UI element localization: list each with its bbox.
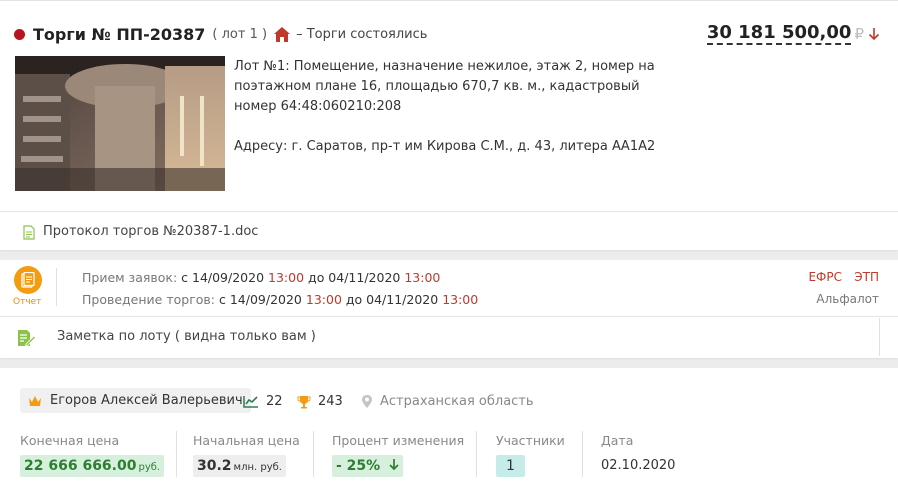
lot-price[interactable]: 30 181 500,00 ₽ — [706, 22, 880, 46]
trophy-count: 243 — [318, 394, 343, 409]
divider — [879, 318, 880, 356]
etp-link[interactable]: ЭТП — [854, 270, 879, 284]
auction-from-time: 13:00 — [305, 292, 342, 307]
lot-description: Лот №1: Помещение, назначение нежилое, э… — [234, 59, 655, 114]
final-price-label: Конечная цена — [20, 433, 120, 448]
divider — [582, 431, 583, 477]
change-column: Процент изменения - 25% — [332, 433, 464, 477]
divider — [56, 268, 57, 306]
platform-name: Альфалот — [816, 292, 879, 306]
auction-to-time: 13:00 — [442, 292, 479, 307]
lot-number: ( лот 1 ) — [212, 26, 268, 42]
applications-from: с 14/09/2020 — [181, 270, 265, 285]
protocol-document-link[interactable]: Протокол торгов №20387-1.doc — [43, 224, 258, 239]
participants-count[interactable]: 1 — [496, 455, 525, 477]
lot-address: Адресу: г. Саратов, пр-т им Кирова С.М.,… — [234, 139, 656, 154]
applications-period: Прием заявок: с 14/09/2020 13:00 до 04/1… — [82, 270, 440, 285]
participants-label: Участники — [496, 433, 565, 448]
applications-to: до 04/11/2020 — [308, 270, 401, 285]
applications-to-time: 13:00 — [404, 270, 441, 285]
chart-count: 22 — [266, 394, 283, 409]
auction-status: – Торги состоялись — [296, 26, 428, 42]
auction-period: Проведение торгов: с 14/09/2020 13:00 до… — [82, 292, 478, 307]
arrow-down-icon — [868, 28, 880, 41]
efrs-link[interactable]: ЕФРС — [808, 270, 842, 284]
location-pin-icon — [362, 395, 372, 408]
change-label: Процент изменения — [332, 433, 465, 448]
participants-column: Участники 1 — [496, 433, 565, 477]
auction-from: с 14/09/2020 — [218, 292, 302, 307]
divider — [176, 431, 177, 477]
auction-to: до 04/11/2020 — [345, 292, 439, 307]
document-icon — [23, 225, 35, 240]
price-value[interactable]: 30 181 500,00 — [706, 23, 852, 45]
note-edit-icon — [18, 330, 36, 347]
trophy-icon — [297, 395, 311, 408]
start-price-label: Начальная цена — [193, 433, 300, 448]
lot-header: Торги № ПП-20387 ( лот 1 ) – Торги состо… — [14, 22, 427, 46]
divider — [0, 316, 898, 317]
start-price-value: 30.2 млн. руб. — [193, 455, 286, 477]
change-value: - 25% — [332, 455, 404, 477]
date-value: 02.10.2020 — [601, 458, 676, 473]
interior-photo-image — [15, 56, 225, 191]
bidder-chart-stat: 22 — [243, 394, 283, 409]
bidder-chip[interactable]: Егоров Алексей Валерьевич — [20, 388, 251, 413]
applications-from-time: 13:00 — [268, 270, 305, 285]
lot-note-input[interactable]: Заметка по лоту ( видна только вам ) — [57, 329, 316, 344]
report-icon — [21, 272, 35, 288]
lot-photo[interactable] — [15, 56, 225, 191]
final-price-value: 22 666 666.00 руб. — [20, 455, 165, 477]
bidder-name[interactable]: Егоров Алексей Валерьевич — [50, 393, 243, 408]
date-label: Дата — [601, 433, 634, 448]
divider — [476, 431, 477, 477]
lot-title[interactable]: Торги № ПП-20387 — [33, 25, 205, 44]
line-chart-icon — [243, 396, 258, 408]
date-column: Дата 02.10.2020 — [601, 433, 675, 477]
home-icon — [274, 26, 291, 42]
report-button[interactable] — [14, 266, 42, 294]
crown-icon — [29, 395, 41, 406]
final-price-column: Конечная цена 22 666 666.00 руб. — [20, 433, 165, 477]
bidder-trophy-stat: 243 — [297, 394, 343, 409]
report-label[interactable]: Отчет — [13, 297, 41, 307]
applications-label: Прием заявок: — [82, 270, 178, 285]
auction-label: Проведение торгов: — [82, 292, 215, 307]
region-name: Астраханская область — [380, 394, 534, 409]
bidder-region: Астраханская область — [361, 394, 534, 409]
currency-symbol: ₽ — [854, 25, 864, 43]
status-dot-icon — [14, 28, 25, 40]
divider — [0, 211, 898, 212]
start-price-column: Начальная цена 30.2 млн. руб. — [193, 433, 300, 477]
divider — [313, 431, 314, 477]
arrow-down-icon — [389, 459, 399, 471]
